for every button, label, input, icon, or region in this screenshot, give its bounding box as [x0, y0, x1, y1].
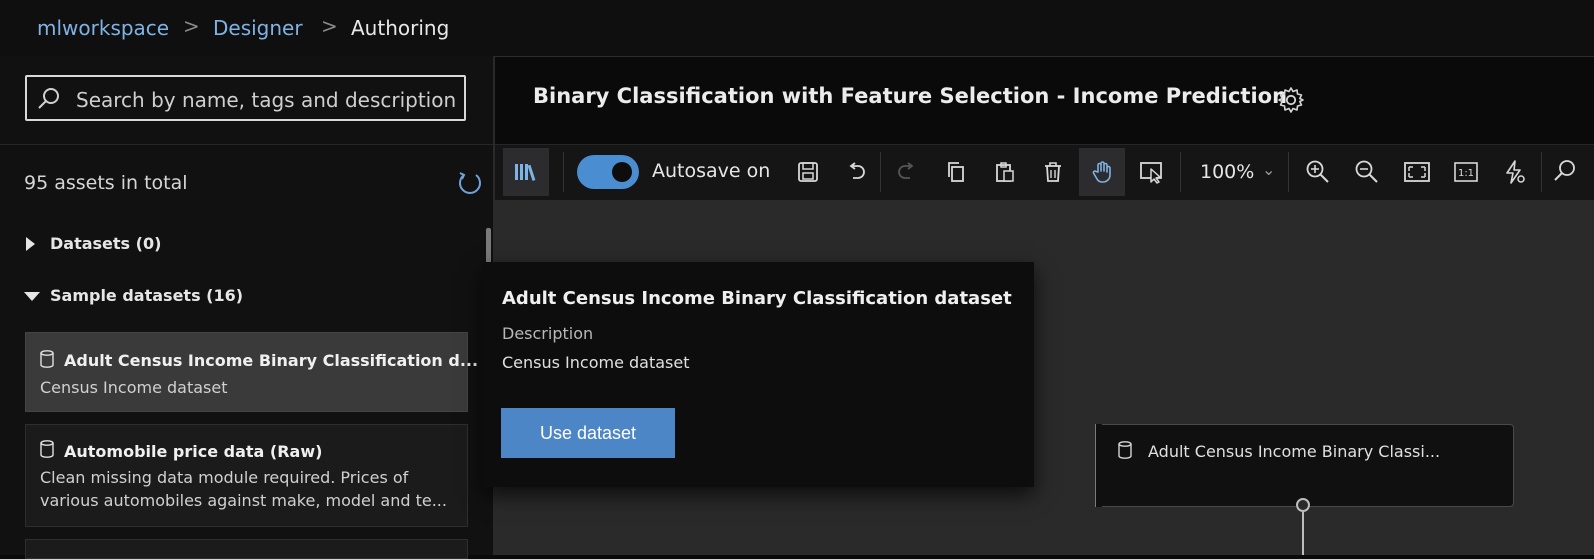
save-button[interactable] [785, 148, 831, 196]
select-tool-button[interactable] [1129, 148, 1175, 196]
zoom-out-icon [1355, 160, 1378, 183]
autosave-label: Autosave on [652, 160, 771, 182]
tree-group-sample-datasets[interactable]: Sample datasets (16) [50, 286, 243, 305]
chevron-down-icon[interactable]: ⌄ [1262, 160, 1275, 179]
list-item-description: Census Income dataset [40, 378, 228, 397]
auto-layout-button[interactable] [1492, 148, 1538, 196]
asset-library-toggle-button[interactable] [503, 148, 549, 196]
asset-count: 95 assets in total [24, 172, 188, 194]
lightning-settings-icon [1506, 160, 1525, 184]
list-item-description: Clean missing data module required. Pric… [40, 468, 447, 510]
zoom-level[interactable]: 100% [1200, 161, 1254, 183]
delete-button[interactable] [1030, 148, 1076, 196]
redo-icon [898, 162, 914, 179]
paste-button[interactable] [982, 148, 1028, 196]
undo-button[interactable] [833, 148, 879, 196]
hand-icon [1092, 161, 1111, 183]
caret-right-icon[interactable] [26, 237, 35, 251]
gear-icon[interactable] [1276, 85, 1306, 115]
divider [880, 152, 881, 192]
pan-tool-button[interactable] [1079, 148, 1125, 196]
use-dataset-button[interactable]: Use dataset [501, 408, 675, 458]
toggle-knob [612, 162, 632, 182]
svg-text:1:1: 1:1 [1458, 168, 1474, 179]
list-item[interactable]: Adult Census Income Binary Classificatio… [25, 332, 478, 412]
divider [0, 144, 493, 145]
zoom-in-button[interactable] [1295, 148, 1341, 196]
output-port[interactable] [1296, 498, 1310, 512]
redo-button[interactable] [884, 148, 930, 196]
search-placeholder: Search by name, tags and description [76, 88, 457, 112]
search-icon[interactable] [1551, 158, 1577, 184]
divider [1288, 152, 1289, 192]
popup-description: Census Income dataset [502, 353, 690, 372]
connector-line [1302, 512, 1304, 555]
breadcrumb-authoring: Authoring [351, 16, 450, 40]
list-item-title: Adult Census Income Binary Classificatio… [64, 351, 479, 370]
popup-title: Adult Census Income Binary Classificatio… [502, 288, 1012, 309]
divider [1180, 152, 1181, 192]
breadcrumb-designer[interactable]: Designer [213, 16, 303, 40]
pipeline-node[interactable] [1095, 424, 1514, 507]
divider [563, 152, 564, 192]
paste-icon [996, 162, 1014, 182]
chevron-right-icon: > [183, 14, 200, 38]
database-icon [40, 440, 54, 458]
page-title: Binary Classification with Feature Selec… [533, 84, 1288, 108]
list-item[interactable]: Automobile price data (Raw) Clean missin… [25, 424, 468, 527]
chevron-right-icon: > [321, 14, 338, 38]
undo-icon [849, 162, 865, 179]
library-icon [515, 164, 536, 181]
actual-size-button[interactable]: 1:1 [1443, 148, 1489, 196]
trash-icon [1045, 162, 1061, 182]
zoom-in-icon [1306, 160, 1329, 183]
list-item[interactable] [25, 539, 468, 559]
database-icon [1118, 441, 1132, 459]
breadcrumb-workspace[interactable]: mlworkspace [37, 16, 169, 40]
save-icon [798, 162, 818, 182]
fit-to-screen-button[interactable] [1394, 148, 1440, 196]
tree-group-datasets[interactable]: Datasets (0) [50, 234, 161, 253]
refresh-icon[interactable] [455, 168, 485, 198]
fit-screen-icon [1404, 162, 1430, 182]
caret-down-icon[interactable] [24, 292, 40, 301]
database-icon [40, 350, 54, 368]
copy-icon [948, 162, 964, 182]
node-status-bar [1095, 424, 1102, 507]
search-icon [38, 88, 59, 109]
list-item-title: Automobile price data (Raw) [64, 442, 323, 461]
breadcrumb: mlworkspace > Designer > Authoring [0, 0, 1594, 57]
copy-button[interactable] [933, 148, 979, 196]
cursor-select-icon [1140, 162, 1162, 184]
actual-size-icon: 1:1 [1454, 162, 1478, 182]
divider [1541, 152, 1542, 192]
popup-description-label: Description [502, 324, 594, 343]
zoom-out-button[interactable] [1344, 148, 1390, 196]
node-title: Adult Census Income Binary Classi... [1148, 442, 1441, 461]
